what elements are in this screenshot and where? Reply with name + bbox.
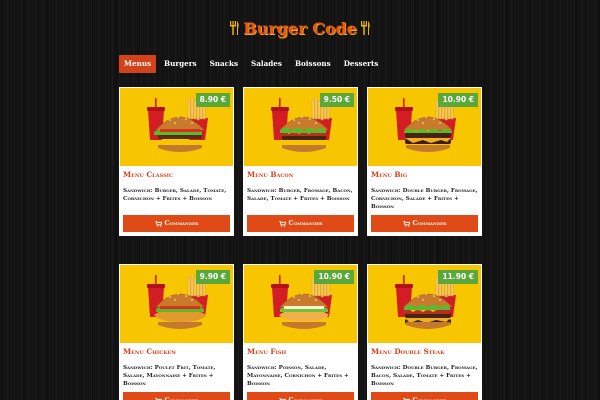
order-button[interactable]: Commander [247,215,354,232]
cart-icon [402,220,410,227]
order-button[interactable]: Commander [371,215,478,232]
price-badge: 11.90 € [438,270,478,284]
menu-item-description: Sandwich: Double Burger, Fromage, Bacon,… [371,365,478,387]
order-button[interactable]: Commander [123,215,230,232]
price-badge: 9.50 € [319,93,354,107]
menu-item-image: 11.90 € [367,264,482,344]
order-button-label: Commander [412,220,447,227]
menu-item-name: Menu Double Steak [371,347,445,356]
menu-card: 10.90 € Menu Fish Sandwich: Poisson, Salad… [243,264,358,400]
tab-burgers[interactable]: Burgers [159,55,202,73]
tab-desserts[interactable]: Desserts [339,55,384,73]
order-button[interactable]: Commander [123,392,230,400]
menu-item-image: 10.90 € [367,87,482,167]
menu-item-image: 10.90 € [243,264,358,344]
menu-card: 10.90 € Menu Big Sandwich: Double Burger, … [367,87,482,236]
menu-item-description: Sandwich: Burger, Salade, Tomate, Cornic… [123,188,227,202]
tab-menus[interactable]: Menus [119,55,157,73]
menu-item-name: Menu Classic [123,170,173,179]
tab-salades[interactable]: Salades [246,55,287,73]
price-badge: 9.90 € [195,270,230,284]
menu-item-name: Menu Bacon [247,170,294,179]
utensils-icon [360,21,370,35]
site-header: Burger Code [0,17,600,39]
order-button-label: Commander [164,220,199,227]
menu-item-description: Sandwich: Burger, Fromage, Bacon, Salade… [247,188,353,202]
cart-icon [154,220,162,227]
tab-snacks[interactable]: Snacks [205,55,243,73]
menu-item-description: Sandwich: Poisson, Salade, Mayonnaise, C… [247,365,349,387]
menu-card: 8.90 € Menu Classic Sandwich: Burger, Sala… [119,87,234,236]
tab-boissons[interactable]: Boissons [290,55,336,73]
order-button-label: Commander [288,220,323,227]
utensils-icon [230,21,239,35]
menu-item-image: 9.90 € [119,264,234,344]
order-button[interactable]: Commander [247,392,354,400]
menu-item-description: Sandwich: Double Burger, Fromage, Cornic… [371,188,478,210]
menu-item-image: 8.90 € [119,87,234,167]
menu-item-image: 9.50 € [243,87,358,167]
category-nav: Menus Burgers Snacks Salades Boissons Dessert… [119,55,383,73]
cart-icon [278,220,286,227]
menu-card: 9.50 € Menu Bacon Sandwich: Burger, Fromag… [243,87,358,236]
site-title[interactable]: Burger Code [243,19,357,38]
menu-item-name: Menu Fish [247,347,287,356]
order-button[interactable]: Commander [371,392,478,400]
price-badge: 8.90 € [195,93,230,107]
menu-card: 9.90 € Menu Chicken Sandwich: Poulet Frit,… [119,264,234,400]
price-badge: 10.90 € [314,270,354,284]
menu-item-description: Sandwich: Poulet Frit, Tomate, Salade, M… [123,365,216,387]
menu-item-name: Menu Chicken [123,347,176,356]
menu-grid: 8.90 € Menu Classic Sandwich: Burger, Sala… [119,87,483,400]
menu-item-name: Menu Big [371,170,408,179]
menu-card: 11.90 € Menu Double Steak Sandwich: Double… [367,264,482,400]
price-badge: 10.90 € [438,93,478,107]
